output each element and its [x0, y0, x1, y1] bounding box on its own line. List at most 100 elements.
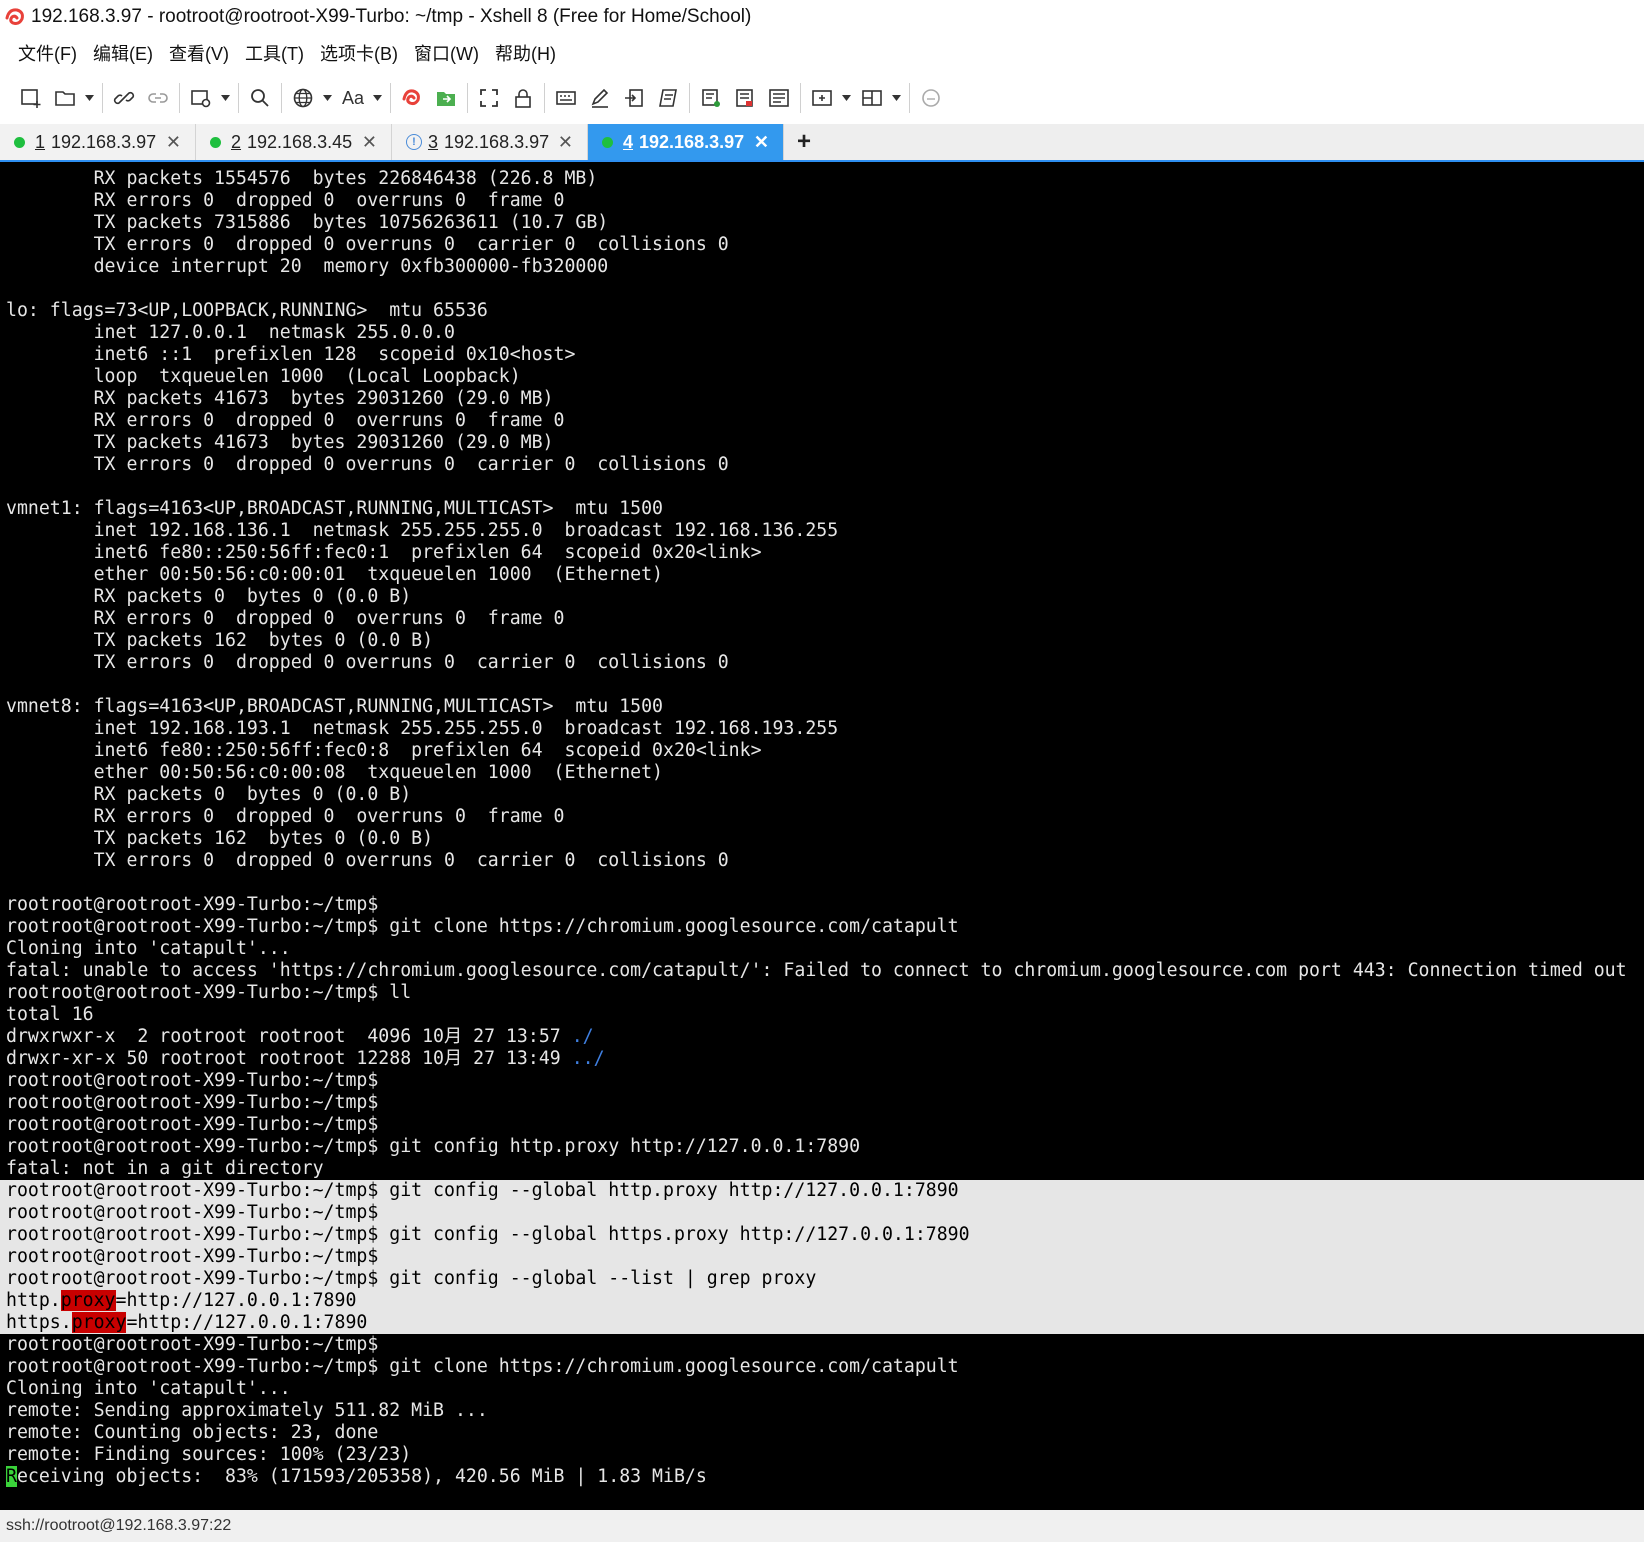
open-folder-button[interactable] [48, 80, 82, 116]
terminal-line: fatal: not in a git directory [6, 1158, 324, 1179]
terminal-line: TX packets 162 bytes 0 (0.0 B) [6, 630, 434, 651]
session-tab-4[interactable]: 4 192.168.3.97 ✕ [588, 124, 784, 160]
chevron-down-icon [84, 95, 94, 101]
terminal-line: ether 00:50:56:c0:00:08 txqueuelen 1000 … [6, 762, 663, 783]
new-session-button[interactable] [14, 80, 48, 116]
terminal-line: TX errors 0 dropped 0 overruns 0 carrier… [6, 652, 729, 673]
script-icon [659, 89, 677, 107]
terminal-line: remote: Counting objects: 23, done [6, 1422, 379, 1443]
toolbar-separator [281, 83, 282, 113]
log-button[interactable] [694, 80, 728, 116]
script-button[interactable] [651, 80, 685, 116]
terminal-line: TX packets 162 bytes 0 (0.0 B) [6, 828, 434, 849]
terminal-line: rootroot@rootroot-X99-Turbo:~/tmp$ git c… [6, 1356, 959, 1377]
layout-icon [862, 90, 882, 106]
fullscreen-icon [480, 89, 498, 107]
connect-button[interactable] [107, 80, 141, 116]
terminal-line: RX packets 1554576 bytes 226846438 (226.… [6, 168, 598, 189]
search-match-highlight: proxy [60, 1290, 116, 1311]
terminal-line: Cloning into 'catapult'... [6, 1378, 291, 1399]
disconnect-button[interactable] [141, 80, 175, 116]
terminal-line: remote: Finding sources: 100% (23/23) [6, 1444, 412, 1465]
terminal-line: vmnet8: flags=4163<UP,BROADCAST,RUNNING,… [6, 696, 663, 717]
terminal-view[interactable]: RX packets 1554576 bytes 226846438 (226.… [0, 162, 1644, 1510]
terminal-line: rootroot@rootroot-X99-Turbo:~/tmp$ [0, 1202, 1644, 1224]
terminal-line: lo: flags=73<UP,LOOPBACK,RUNNING> mtu 65… [6, 300, 488, 321]
menu-view[interactable]: 查看(V) [169, 40, 229, 66]
terminal-line: inet 192.168.136.1 netmask 255.255.255.0… [6, 520, 839, 541]
chevron-down-icon [220, 95, 230, 101]
menu-tools[interactable]: 工具(T) [245, 40, 304, 66]
session-tab-1[interactable]: 1 192.168.3.97 ✕ [0, 124, 196, 160]
search-match-highlight: proxy [71, 1312, 127, 1333]
font-dropdown[interactable] [370, 80, 384, 116]
search-icon [251, 89, 269, 107]
session-tab-bar: 1 192.168.3.97 ✕ 2 192.168.3.45 ✕ ! 3 19… [0, 124, 1644, 162]
transfer-button[interactable] [617, 80, 651, 116]
session-tab-3[interactable]: ! 3 192.168.3.97 ✕ [392, 124, 588, 160]
session-tab-2[interactable]: 2 192.168.3.45 ✕ [196, 124, 392, 160]
session-properties-button[interactable] [184, 80, 218, 116]
terminal-line: drwxr-xr-x 50 rootroot rootroot 12288 10… [6, 1048, 605, 1069]
close-icon[interactable]: ✕ [166, 132, 181, 153]
chevron-down-icon [322, 95, 332, 101]
tab-group-dropdown[interactable] [839, 80, 853, 116]
chevron-down-icon [841, 95, 851, 101]
terminal-line: loop txqueuelen 1000 (Local Loopback) [6, 366, 521, 387]
layout-button[interactable] [855, 80, 889, 116]
compose-button[interactable] [728, 80, 762, 116]
encoding-dropdown[interactable] [320, 80, 334, 116]
tab-add-icon [812, 90, 832, 106]
terminal-line: ether 00:50:56:c0:00:01 txqueuelen 1000 … [6, 564, 663, 585]
font-label: Aa [341, 87, 365, 108]
terminal-output: RX packets 1554576 bytes 226846438 (226.… [0, 168, 1644, 1488]
xftp-button[interactable] [429, 80, 463, 116]
close-icon[interactable]: ✕ [362, 132, 377, 153]
globe-icon [293, 88, 313, 108]
fullscreen-button[interactable] [472, 80, 506, 116]
menu-edit[interactable]: 编辑(E) [93, 40, 153, 66]
compose-icon [736, 89, 753, 107]
keyboard-button[interactable] [549, 80, 583, 116]
terminal-cursor: R [6, 1466, 17, 1487]
terminal-line: TX errors 0 dropped 0 overruns 0 carrier… [6, 850, 729, 871]
compose-bar-icon [769, 89, 789, 107]
folder-icon [55, 91, 75, 106]
window-title: 192.168.3.97 - rootroot@rootroot-X99-Tur… [31, 6, 752, 27]
terminal-line: RX errors 0 dropped 0 overruns 0 frame 0 [6, 410, 565, 431]
find-button[interactable] [243, 80, 277, 116]
properties-dropdown[interactable] [218, 80, 232, 116]
new-tab-group-button[interactable] [805, 80, 839, 116]
chevron-down-icon [891, 95, 901, 101]
font-button[interactable]: Aa [336, 80, 370, 116]
xshell-icon [402, 89, 420, 106]
connected-status-icon [14, 136, 25, 148]
terminal-line: total 16 [6, 1004, 94, 1025]
terminal-line: rootroot@rootroot-X99-Turbo:~/tmp$ git c… [0, 1224, 1644, 1246]
terminal-line: rootroot@rootroot-X99-Turbo:~/tmp$ [6, 1070, 379, 1091]
xftp-icon [437, 92, 455, 106]
keyboard-icon [556, 91, 576, 105]
add-tab-button[interactable]: + [784, 124, 824, 160]
new-session-icon [21, 89, 41, 108]
toolbar-separator [467, 83, 468, 113]
close-icon[interactable]: ✕ [558, 132, 573, 153]
menu-help[interactable]: 帮助(H) [495, 40, 556, 66]
menu-file[interactable]: 文件(F) [18, 40, 77, 66]
highlight-button[interactable] [583, 80, 617, 116]
menu-window[interactable]: 窗口(W) [414, 40, 479, 66]
layout-dropdown[interactable] [889, 80, 903, 116]
lock-button[interactable] [506, 80, 540, 116]
terminal-line: RX packets 41673 bytes 29031260 (29.0 MB… [6, 388, 554, 409]
terminal-line: drwxrwxr-x 2 rootroot rootroot 4096 10月 … [6, 1026, 594, 1047]
properties-icon [191, 90, 211, 108]
xshell-button[interactable] [395, 80, 429, 116]
compose-bar-button[interactable] [762, 80, 796, 116]
toolbar-separator [238, 83, 239, 113]
close-icon[interactable]: ✕ [754, 132, 769, 153]
open-dropdown[interactable] [82, 80, 96, 116]
chevron-down-icon [372, 95, 382, 101]
chat-button[interactable] [914, 80, 948, 116]
menu-tabs[interactable]: 选项卡(B) [320, 40, 398, 66]
encoding-button[interactable] [286, 80, 320, 116]
